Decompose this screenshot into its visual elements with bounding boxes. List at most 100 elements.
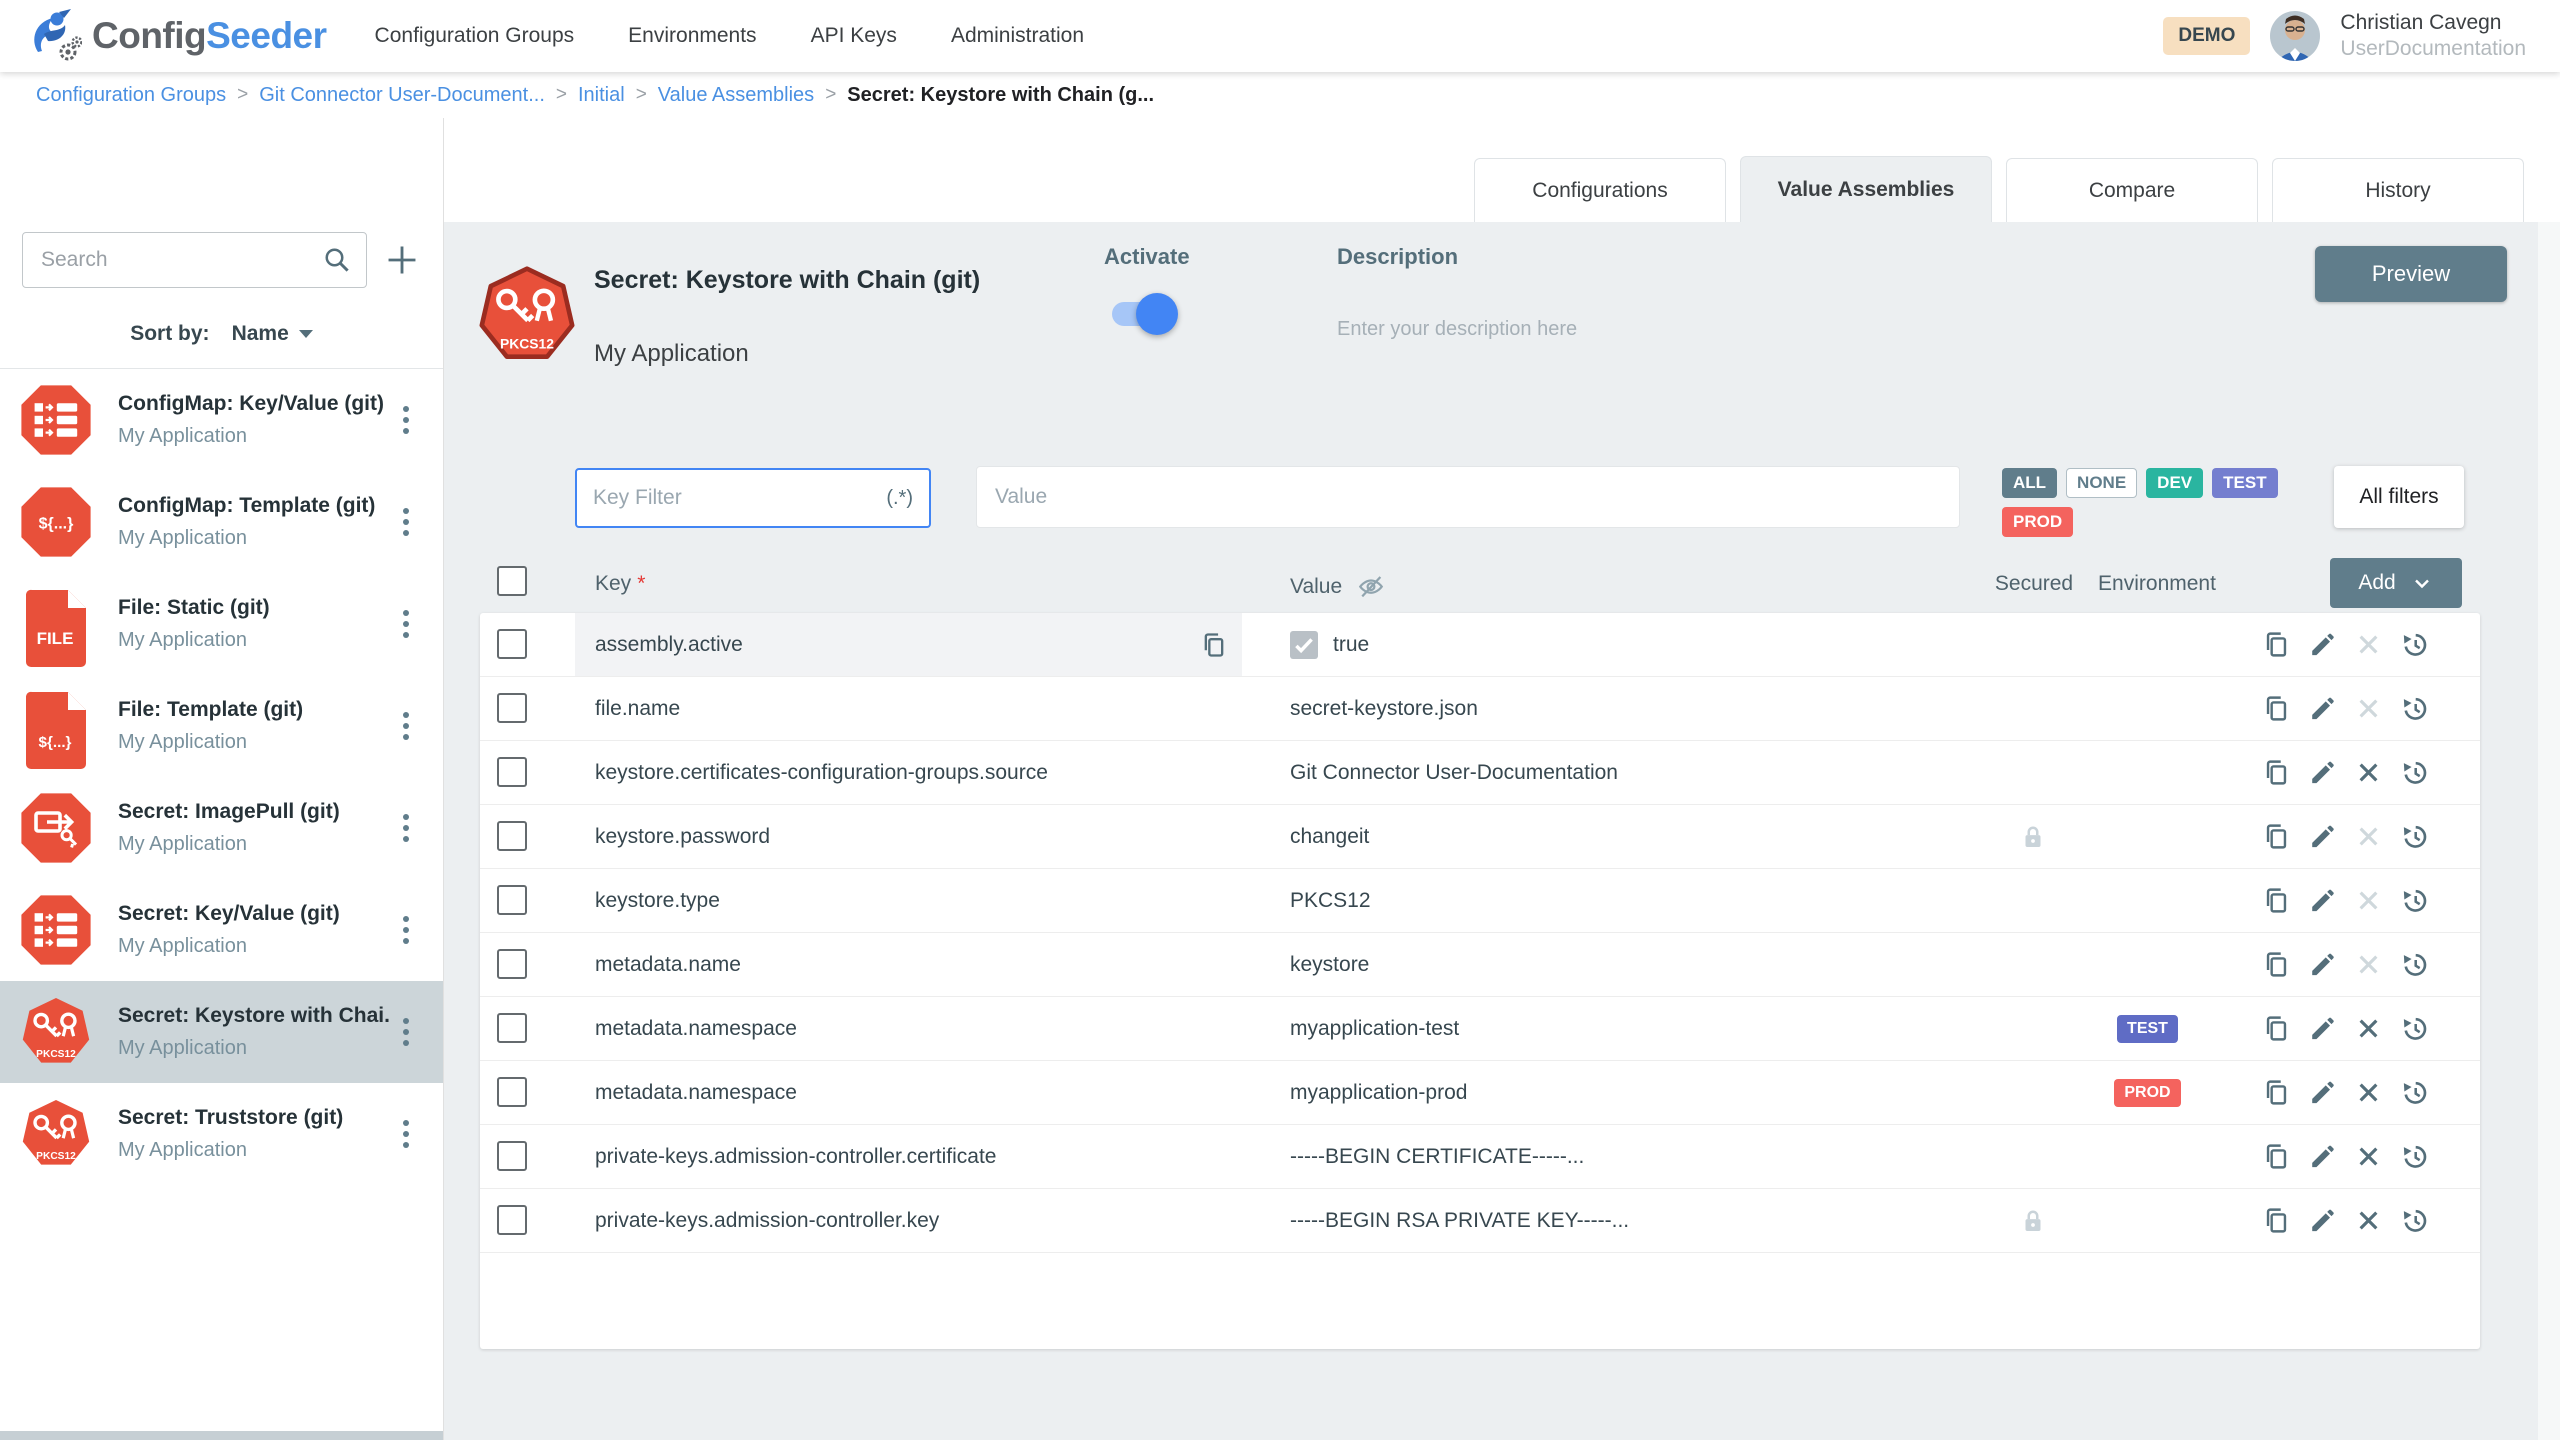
select-all-checkbox[interactable] — [497, 566, 527, 596]
env-filter-badge-none[interactable]: NONE — [2066, 468, 2137, 498]
tab-compare[interactable]: Compare — [2006, 158, 2258, 222]
env-filter-badge-dev[interactable]: DEV — [2146, 468, 2203, 498]
key-filter-input[interactable] — [593, 486, 886, 510]
sidebar-scrollbar[interactable] — [0, 1431, 443, 1440]
sort-selector[interactable]: Name — [232, 322, 313, 346]
nav-item-administration[interactable]: Administration — [951, 24, 1084, 48]
sidebar-item-secret-truststore-git[interactable]: PKCS12Secret: Truststore (git)My Applica… — [0, 1083, 443, 1185]
history-icon[interactable] — [2400, 694, 2429, 723]
kebab-menu-icon[interactable] — [397, 604, 415, 644]
history-icon[interactable] — [2400, 1142, 2429, 1171]
edit-icon[interactable] — [2308, 758, 2337, 787]
kebab-menu-icon[interactable] — [397, 706, 415, 746]
add-button[interactable]: Add — [2330, 558, 2462, 608]
user-info[interactable]: Christian Cavegn UserDocumentation — [2340, 10, 2526, 63]
copy-icon[interactable] — [2262, 886, 2291, 915]
tab-history[interactable]: History — [2272, 158, 2524, 222]
copy-icon[interactable] — [2262, 1014, 2291, 1043]
history-icon[interactable] — [2400, 950, 2429, 979]
eye-off-icon[interactable] — [1356, 572, 1386, 602]
row-checkbox[interactable] — [497, 949, 527, 979]
all-filters-button[interactable]: All filters — [2334, 466, 2464, 528]
tab-value-assemblies[interactable]: Value Assemblies — [1740, 156, 1992, 222]
history-icon[interactable] — [2400, 1206, 2429, 1235]
value-filter-input[interactable] — [995, 485, 1941, 509]
search-icon[interactable] — [322, 245, 352, 275]
copy-icon[interactable] — [2262, 630, 2291, 659]
history-icon[interactable] — [2400, 758, 2429, 787]
edit-icon[interactable] — [2308, 1014, 2337, 1043]
row-checkbox[interactable] — [497, 757, 527, 787]
copy-icon[interactable] — [2262, 758, 2291, 787]
kebab-menu-icon[interactable] — [397, 808, 415, 848]
sidebar-item-configmap-key-value-git[interactable]: ConfigMap: Key/Value (git)My Application — [0, 369, 443, 471]
preview-button[interactable]: Preview — [2315, 246, 2507, 302]
delete-icon[interactable] — [2354, 758, 2383, 787]
value-cell: -----BEGIN RSA PRIVATE KEY-----... — [1290, 1189, 1980, 1252]
kebab-menu-icon[interactable] — [397, 1114, 415, 1154]
copy-icon[interactable] — [2262, 950, 2291, 979]
edit-icon[interactable] — [2308, 950, 2337, 979]
nav-item-configuration-groups[interactable]: Configuration Groups — [375, 24, 575, 48]
copy-icon[interactable] — [2262, 1206, 2291, 1235]
nav-item-environments[interactable]: Environments — [628, 24, 756, 48]
breadcrumb-link-value-assemblies[interactable]: Value Assemblies — [658, 84, 814, 107]
edit-icon[interactable] — [2308, 1078, 2337, 1107]
copy-icon[interactable] — [2262, 694, 2291, 723]
history-icon[interactable] — [2400, 1014, 2429, 1043]
breadcrumb-link-configuration-groups[interactable]: Configuration Groups — [36, 84, 226, 107]
search-input[interactable] — [41, 248, 322, 272]
sidebar-item-file-template-git[interactable]: ${...}File: Template (git)My Application — [0, 675, 443, 777]
add-value-assembly-icon[interactable] — [383, 241, 421, 279]
description-field[interactable]: Enter your description here — [1337, 318, 1577, 341]
breadcrumb-link-git-connector-user-document[interactable]: Git Connector User-Document... — [259, 84, 545, 107]
sidebar-item-secret-key-value-git[interactable]: Secret: Key/Value (git)My Application — [0, 879, 443, 981]
activate-toggle[interactable] — [1112, 302, 1168, 326]
history-icon[interactable] — [2400, 886, 2429, 915]
history-icon[interactable] — [2400, 1078, 2429, 1107]
row-checkbox[interactable] — [497, 1205, 527, 1235]
history-icon[interactable] — [2400, 630, 2429, 659]
sidebar-item-secret-keystore-with-chai[interactable]: PKCS12Secret: Keystore with Chai...My Ap… — [0, 981, 443, 1083]
row-checkbox[interactable] — [497, 693, 527, 723]
copy-icon[interactable] — [2262, 822, 2291, 851]
user-avatar[interactable] — [2270, 11, 2320, 61]
secured-cell — [1985, 869, 2080, 932]
edit-icon[interactable] — [2308, 886, 2337, 915]
row-checkbox[interactable] — [497, 821, 527, 851]
env-filter-badge-prod[interactable]: PROD — [2002, 507, 2073, 537]
env-filter-badge-test[interactable]: TEST — [2212, 468, 2277, 498]
row-checkbox[interactable] — [497, 1013, 527, 1043]
breadcrumb-link-initial[interactable]: Initial — [578, 84, 625, 107]
row-checkbox[interactable] — [497, 1141, 527, 1171]
delete-icon[interactable] — [2354, 1078, 2383, 1107]
sidebar-item-secret-imagepull-git[interactable]: Secret: ImagePull (git)My Application — [0, 777, 443, 879]
edit-icon[interactable] — [2308, 694, 2337, 723]
edit-icon[interactable] — [2308, 1142, 2337, 1171]
history-icon[interactable] — [2400, 822, 2429, 851]
kebab-menu-icon[interactable] — [397, 910, 415, 950]
row-checkbox[interactable] — [497, 629, 527, 659]
edit-icon[interactable] — [2308, 630, 2337, 659]
copy-icon[interactable] — [2262, 1078, 2291, 1107]
kebab-menu-icon[interactable] — [397, 400, 415, 440]
tab-configurations[interactable]: Configurations — [1474, 158, 1726, 222]
kebab-menu-icon[interactable] — [397, 1012, 415, 1052]
copy-icon[interactable] — [2262, 1142, 2291, 1171]
nav-item-api-keys[interactable]: API Keys — [811, 24, 897, 48]
row-checkbox[interactable] — [497, 1077, 527, 1107]
delete-icon[interactable] — [2354, 1206, 2383, 1235]
sidebar-item-file-static-git[interactable]: FILEFile: Static (git)My Application — [0, 573, 443, 675]
copy-key-icon[interactable] — [1200, 631, 1228, 659]
kebab-menu-icon[interactable] — [397, 502, 415, 542]
row-checkbox[interactable] — [497, 885, 527, 915]
sidebar-item-configmap-template-git[interactable]: ${...}ConfigMap: Template (git)My Applic… — [0, 471, 443, 573]
app-logo[interactable]: ConfigSeeder — [26, 8, 327, 64]
delete-icon[interactable] — [2354, 1142, 2383, 1171]
edit-icon[interactable] — [2308, 822, 2337, 851]
page-scrollbar[interactable] — [2538, 222, 2560, 1440]
env-filter-badge-all[interactable]: ALL — [2002, 468, 2057, 498]
table-row: private-keys.admission-controller.certif… — [480, 1125, 2480, 1189]
edit-icon[interactable] — [2308, 1206, 2337, 1235]
delete-icon[interactable] — [2354, 1014, 2383, 1043]
